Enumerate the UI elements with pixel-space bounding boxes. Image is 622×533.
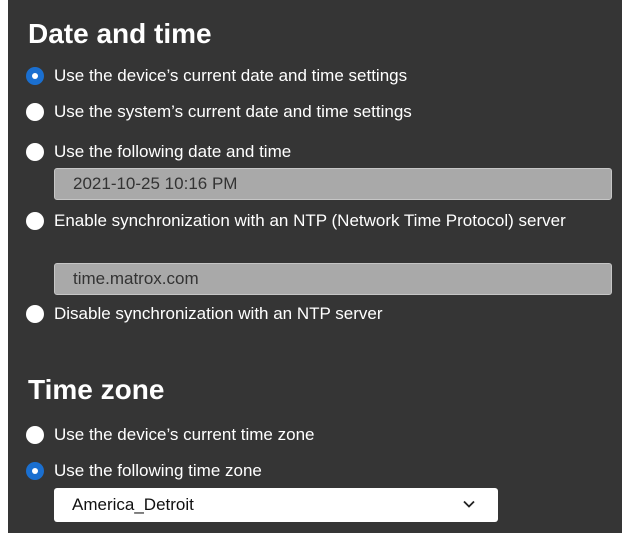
radio-unselected-icon[interactable] (26, 212, 44, 230)
time-zone-value: America_Detroit (72, 495, 194, 514)
date-time-field[interactable]: 2021-10-25 10:16 PM (54, 168, 612, 200)
radio-label: Use the device’s current time zone (54, 425, 315, 444)
radio-ntp-sync[interactable]: Enable synchronization with an NTP (Netw… (26, 210, 594, 232)
time-zone-heading: Time zone (28, 374, 165, 405)
radio-unselected-icon[interactable] (26, 305, 44, 323)
time-zone-select[interactable]: America_Detroit (54, 488, 498, 522)
radio-label: Enable synchronization with an NTP (Netw… (54, 211, 566, 230)
radio-label: Use the following date and time (54, 142, 292, 161)
chevron-down-icon (463, 500, 475, 508)
settings-panel: Date and time Use the device’s current d… (8, 0, 622, 533)
radio-label: Disable synchronization with an NTP serv… (54, 304, 383, 323)
radio-unselected-icon[interactable] (26, 426, 44, 444)
radio-unselected-icon[interactable] (26, 103, 44, 121)
radio-label: Use the system’s current date and time s… (54, 102, 412, 121)
radio-selected-icon[interactable] (26, 462, 44, 480)
radio-disable-ntp[interactable]: Disable synchronization with an NTP serv… (26, 303, 594, 325)
radio-following-time-zone[interactable]: Use the following time zone (26, 460, 594, 482)
radio-device-date-time[interactable]: Use the device’s current date and time s… (26, 65, 594, 87)
radio-device-time-zone[interactable]: Use the device’s current time zone (26, 424, 594, 446)
radio-unselected-icon[interactable] (26, 143, 44, 161)
radio-system-date-time[interactable]: Use the system’s current date and time s… (26, 101, 594, 123)
ntp-server-field[interactable]: time.matrox.com (54, 263, 612, 295)
radio-selected-icon[interactable] (26, 67, 44, 85)
radio-following-date-time[interactable]: Use the following date and time (26, 141, 594, 163)
date-time-heading: Date and time (28, 18, 212, 49)
radio-label: Use the device’s current date and time s… (54, 66, 408, 85)
radio-label: Use the following time zone (54, 461, 262, 480)
